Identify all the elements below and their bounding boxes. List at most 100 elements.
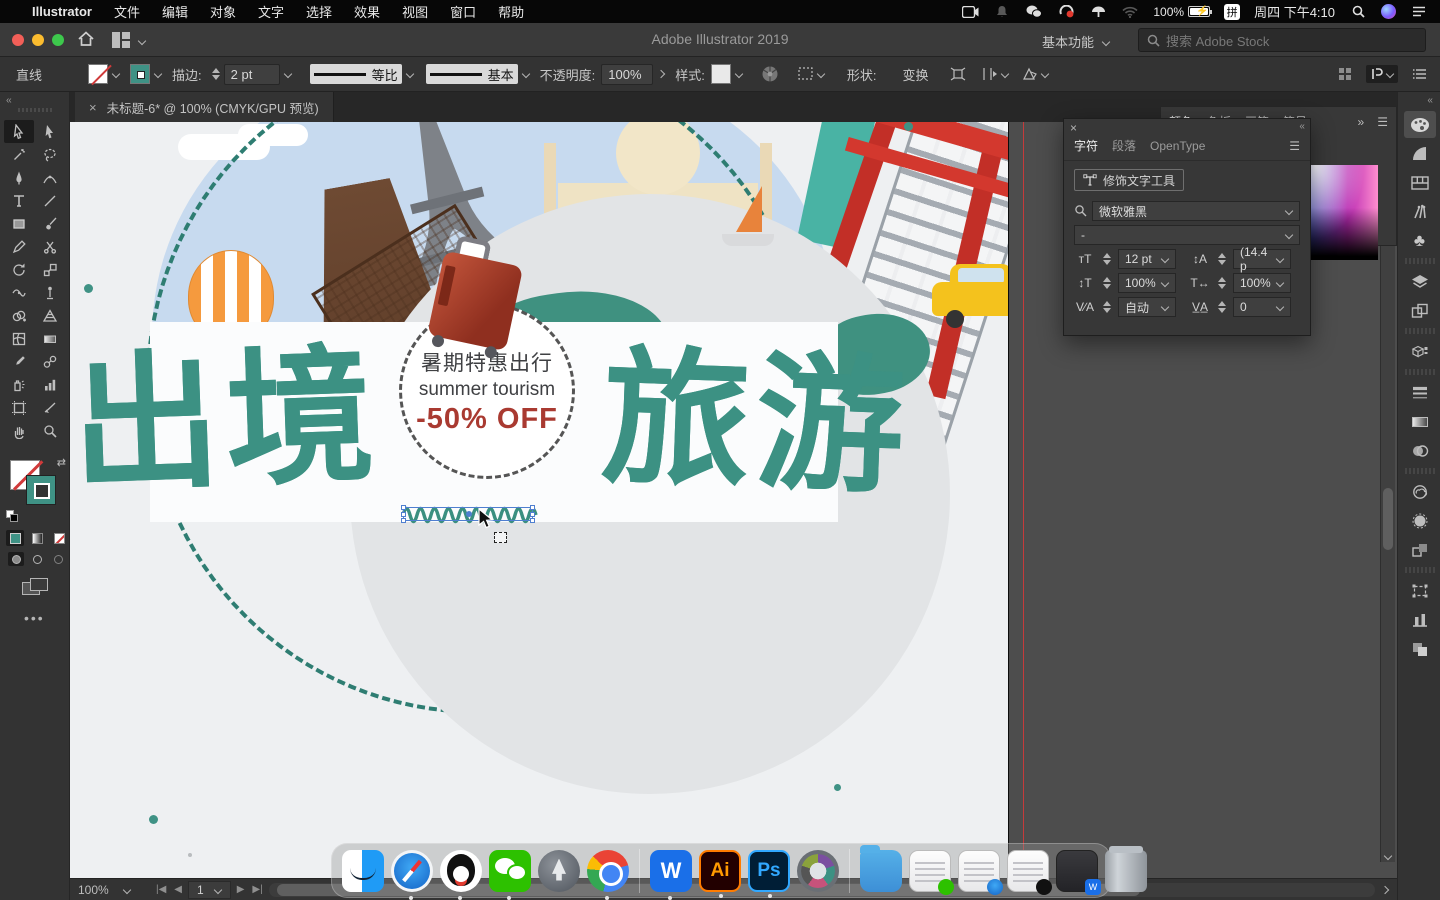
- stroke-weight-value[interactable]: 2 pt: [223, 63, 280, 85]
- font-size-field[interactable]: 12 pt: [1118, 249, 1176, 269]
- selection-handle[interactable]: [530, 518, 535, 523]
- layers-panel-icon[interactable]: [1404, 268, 1436, 295]
- tool-column-graph[interactable]: [35, 373, 65, 396]
- selection-handle[interactable]: [401, 505, 406, 510]
- input-method-badge[interactable]: 拼: [1224, 3, 1241, 20]
- align-panel-icon[interactable]: [1404, 606, 1436, 633]
- adobe-stock-search[interactable]: 搜索 Adobe Stock: [1138, 28, 1426, 52]
- transform-panel-icon[interactable]: [1404, 577, 1436, 604]
- battery-indicator[interactable]: 100% ⚡: [1153, 5, 1213, 19]
- touch-type-tool-button[interactable]: 修饰文字工具: [1074, 169, 1185, 191]
- opacity-value[interactable]: 100%: [601, 63, 654, 85]
- swatches-panel-icon[interactable]: [1404, 169, 1436, 196]
- dock-chrome[interactable]: [587, 849, 629, 900]
- default-fill-stroke-icon[interactable]: [6, 510, 18, 522]
- dock-wechat[interactable]: [489, 849, 531, 900]
- gradient-panel-icon[interactable]: [1404, 408, 1436, 435]
- tool-pen[interactable]: [4, 166, 34, 189]
- menu-app-name[interactable]: Illustrator: [32, 4, 92, 19]
- selection-handle[interactable]: [401, 518, 406, 523]
- prev-artboard-button[interactable]: ◀: [174, 884, 182, 895]
- image-trace-panel-icon[interactable]: [1404, 507, 1436, 534]
- menu-window[interactable]: 窗口: [450, 2, 476, 21]
- screen-record-icon[interactable]: [961, 5, 979, 19]
- selection-center-point[interactable]: [466, 511, 472, 517]
- tool-perspective-grid[interactable]: [35, 304, 65, 327]
- tool-eyedropper[interactable]: [4, 350, 34, 373]
- kerning-field[interactable]: 自动: [1118, 297, 1176, 317]
- notification-center-icon[interactable]: [1410, 5, 1428, 19]
- tool-zoom[interactable]: [35, 419, 65, 442]
- font-size-stepper[interactable]: [1103, 253, 1111, 265]
- properties-panel-toggle[interactable]: [1366, 65, 1398, 83]
- toolbar-grip[interactable]: [18, 108, 52, 112]
- menu-select[interactable]: 选择: [306, 2, 332, 21]
- vertical-scale-field[interactable]: 100%: [1118, 273, 1176, 293]
- shape-mode-icon[interactable]: [1019, 63, 1041, 85]
- menu-effect[interactable]: 效果: [354, 2, 380, 21]
- tab-close-icon[interactable]: ×: [89, 100, 97, 115]
- tab-opentype[interactable]: OpenType: [1150, 139, 1205, 153]
- menu-help[interactable]: 帮助: [498, 2, 524, 21]
- dock-trash[interactable]: [1105, 845, 1147, 892]
- touch-bar-grid-icon[interactable]: [1334, 63, 1356, 85]
- notification-bell-icon[interactable]: [993, 5, 1011, 19]
- tool-puppet-warp[interactable]: [35, 281, 65, 304]
- asset-export-panel-icon[interactable]: [1404, 338, 1436, 365]
- paint-gradient-button[interactable]: [28, 530, 46, 546]
- siri-icon[interactable]: [1381, 4, 1396, 19]
- dock-illustrator[interactable]: Ai: [699, 849, 741, 898]
- control-bar-menu-icon[interactable]: [1408, 63, 1430, 85]
- tool-magic-wand[interactable]: [4, 143, 34, 166]
- artboard-navigation-field[interactable]: 1: [188, 880, 231, 899]
- horizontal-scale-stepper[interactable]: [1218, 277, 1226, 289]
- panel-menu-icon[interactable]: ☰: [1377, 115, 1388, 129]
- font-search-icon[interactable]: [1074, 204, 1088, 218]
- transform-button[interactable]: 变换: [903, 65, 929, 84]
- paint-color-button[interactable]: [6, 530, 24, 546]
- transparency-panel-icon[interactable]: [1404, 437, 1436, 464]
- color-panel-icon[interactable]: [1403, 111, 1436, 138]
- graphic-style-swatch[interactable]: [710, 64, 731, 84]
- vertical-scrollbar-thumb[interactable]: [1383, 488, 1393, 550]
- stroke-weight-chevron[interactable]: [280, 64, 296, 85]
- tool-symbol-sprayer[interactable]: [4, 373, 34, 396]
- wifi-icon[interactable]: [1121, 5, 1139, 19]
- spotlight-icon[interactable]: [1349, 5, 1367, 19]
- leading-field[interactable]: (14.4 p: [1233, 245, 1291, 273]
- recolor-artwork-icon[interactable]: [759, 63, 781, 85]
- tool-width[interactable]: [4, 281, 34, 304]
- panel-overflow-chevrons[interactable]: »: [1358, 115, 1365, 129]
- menu-view[interactable]: 视图: [402, 2, 428, 21]
- stroke-proxy-teal[interactable]: [26, 475, 56, 505]
- menu-type[interactable]: 文字: [258, 2, 284, 21]
- links-panel-icon[interactable]: [1404, 536, 1436, 563]
- panel-dock-expand-icon[interactable]: ‹‹: [1427, 95, 1433, 106]
- dock-wps-office[interactable]: W: [650, 849, 692, 900]
- tab-character[interactable]: 字符: [1074, 137, 1098, 154]
- kerning-stepper[interactable]: [1103, 301, 1111, 313]
- draw-behind-button[interactable]: [29, 552, 45, 566]
- tool-artboard[interactable]: [4, 396, 34, 419]
- vertical-scale-stepper[interactable]: [1103, 277, 1111, 289]
- dock-minimized-dark-window[interactable]: W: [1056, 849, 1101, 895]
- brushes-panel-icon[interactable]: [1404, 198, 1436, 225]
- document-tab[interactable]: × 未标题-6* @ 100% (CMYK/GPU 预览): [75, 92, 334, 122]
- artboard[interactable]: 出境 旅游 暑期特惠出行 summer tourism -50% OFF: [70, 122, 1009, 878]
- dock-minimized-browser-window[interactable]: [958, 849, 1003, 895]
- stroke-chevron[interactable]: [150, 64, 166, 85]
- dock-minimized-list-window[interactable]: [1007, 849, 1052, 895]
- dock-video-player[interactable]: [797, 849, 839, 892]
- scroll-right-chevron[interactable]: [1381, 886, 1389, 894]
- tool-selection[interactable]: [35, 120, 65, 143]
- toolbar-collapse-icon[interactable]: ‹‹: [6, 95, 12, 106]
- menu-bar-clock[interactable]: 周四 下午4:10: [1254, 2, 1335, 21]
- shape-mode-chevron[interactable]: [1041, 70, 1049, 78]
- tool-direct-selection[interactable]: [4, 120, 34, 143]
- dock-finder[interactable]: [342, 849, 384, 892]
- brush-definition-dropdown[interactable]: 基本: [425, 64, 518, 84]
- toolbar-more-button[interactable]: •••: [24, 610, 45, 626]
- first-artboard-button[interactable]: |◀: [156, 884, 166, 895]
- tool-curvature[interactable]: [35, 166, 65, 189]
- dock-launchpad[interactable]: [538, 849, 580, 892]
